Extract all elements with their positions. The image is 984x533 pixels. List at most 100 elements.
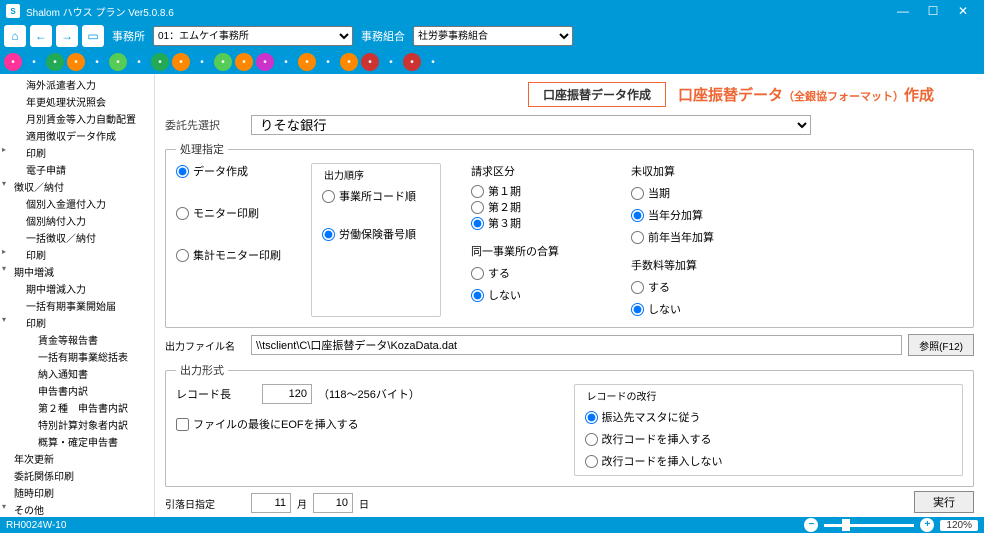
strip-icon-5[interactable]: • xyxy=(109,53,127,71)
tree-node-14[interactable]: 印刷 xyxy=(0,314,154,331)
strip-icon-20[interactable]: • xyxy=(424,53,442,71)
tree-node-2[interactable]: 月別賃金等入力自動配置 xyxy=(0,110,154,127)
tree-node-1[interactable]: 年更処理状況照会 xyxy=(0,93,154,110)
claim-opt-1[interactable]: 第２期 xyxy=(471,199,601,215)
nl-opt-0[interactable]: 振込先マスタに従う xyxy=(585,409,953,425)
tree-node-10[interactable]: 印刷 xyxy=(0,246,154,263)
tree-node-16[interactable]: 一括有期事業総括表 xyxy=(0,348,154,365)
misyu-opt-2[interactable]: 前年当年加算 xyxy=(631,229,714,245)
title-bar: S Shalom ハウス プラン Ver5.0.8.6 — ☐ ✕ xyxy=(0,0,984,22)
strip-icon-16[interactable]: • xyxy=(340,53,358,71)
tree-node-0[interactable]: 海外派遣者入力 xyxy=(0,76,154,93)
tree-node-9[interactable]: 一括徴収／納付 xyxy=(0,229,154,246)
misyu-opt-0[interactable]: 当期 xyxy=(631,185,714,201)
consignee-select[interactable]: りそな銀行 xyxy=(251,115,811,135)
order-opt-1[interactable]: 労働保険番号順 xyxy=(322,226,430,242)
tree-node-8[interactable]: 個別納付入力 xyxy=(0,212,154,229)
eof-checkbox[interactable]: ファイルの最後にEOFを挿入する xyxy=(176,416,544,432)
nav-tree[interactable]: 海外派遣者入力年更処理状況照会月別賃金等入力自動配置適用徴収データ作成印刷電子申… xyxy=(0,74,155,517)
strip-icon-0[interactable]: • xyxy=(4,53,22,71)
order-opt-0[interactable]: 事業所コード順 xyxy=(322,188,430,204)
tree-node-24[interactable]: 随時印刷 xyxy=(0,484,154,501)
strip-icon-3[interactable]: • xyxy=(67,53,85,71)
date-month-input[interactable] xyxy=(251,493,291,513)
claim-group: 請求区分 第１期 第２期 第３期 xyxy=(471,163,601,231)
office-select[interactable]: 01：エムケイ事務所 xyxy=(153,26,353,46)
reclen-input[interactable] xyxy=(262,384,312,404)
maximize-button[interactable]: ☐ xyxy=(918,4,948,18)
tree-node-7[interactable]: 個別入金還付入力 xyxy=(0,195,154,212)
tree-node-25[interactable]: その他 xyxy=(0,501,154,517)
same-opt-1[interactable]: しない xyxy=(471,287,601,303)
forward-icon[interactable]: → xyxy=(56,25,78,47)
content-pane: 口座振替データ作成 口座振替データ（全銀協フォーマット）作成 委託先選択 りそな… xyxy=(155,74,984,517)
browse-button[interactable]: 参照(F12) xyxy=(908,334,974,356)
strip-icon-12[interactable]: • xyxy=(256,53,274,71)
tree-node-21[interactable]: 概算・確定申告書 xyxy=(0,433,154,450)
top-toolbar: ⌂ ← → ▭ 事務所 01：エムケイ事務所 事務組合 社労夢事務組合 xyxy=(0,22,984,50)
nl-opt-2[interactable]: 改行コードを挿入しない xyxy=(585,453,953,469)
zoom-slider[interactable] xyxy=(824,524,914,527)
back-icon[interactable]: ← xyxy=(30,25,52,47)
strip-icon-10[interactable]: • xyxy=(214,53,232,71)
home-icon[interactable]: ⌂ xyxy=(4,25,26,47)
tree-node-12[interactable]: 期中増減入力 xyxy=(0,280,154,297)
tree-node-3[interactable]: 適用徴収データ作成 xyxy=(0,127,154,144)
strip-icon-13[interactable]: • xyxy=(277,53,295,71)
same-opt-0[interactable]: する xyxy=(471,265,601,281)
strip-icon-14[interactable]: • xyxy=(298,53,316,71)
tree-node-17[interactable]: 納入通知書 xyxy=(0,365,154,382)
strip-icon-17[interactable]: • xyxy=(361,53,379,71)
fee-opt-1[interactable]: しない xyxy=(631,301,714,317)
close-button[interactable]: ✕ xyxy=(948,4,978,18)
execute-button[interactable]: 実行 xyxy=(914,491,974,513)
strip-icon-19[interactable]: • xyxy=(403,53,421,71)
strip-icon-7[interactable]: • xyxy=(151,53,169,71)
tree-node-22[interactable]: 年次更新 xyxy=(0,450,154,467)
date-day-input[interactable] xyxy=(313,493,353,513)
union-select[interactable]: 社労夢事務組合 xyxy=(413,26,573,46)
strip-icon-9[interactable]: • xyxy=(193,53,211,71)
status-bar: RH0024W-10 − + 120% xyxy=(0,517,984,533)
office-label: 事務所 xyxy=(112,28,145,44)
tree-node-23[interactable]: 委託関係印刷 xyxy=(0,467,154,484)
process-legend: 処理指定 xyxy=(176,141,228,157)
date-label: 引落日指定 xyxy=(165,496,245,511)
tree-node-6[interactable]: 徴収／納付 xyxy=(0,178,154,195)
file-label: 出力ファイル名 xyxy=(165,338,245,353)
minimize-button[interactable]: — xyxy=(888,4,918,18)
strip-icon-11[interactable]: • xyxy=(235,53,253,71)
tree-node-18[interactable]: 申告書内訳 xyxy=(0,382,154,399)
order-group: 出力順序 事業所コード順 労働保険番号順 xyxy=(311,163,441,317)
strip-icon-2[interactable]: • xyxy=(46,53,64,71)
process-col: データ作成 モニター印刷 集計モニター印刷 xyxy=(176,163,281,317)
strip-icon-15[interactable]: • xyxy=(319,53,337,71)
tree-node-5[interactable]: 電子申請 xyxy=(0,161,154,178)
tree-node-13[interactable]: 一括有期事業開始届 xyxy=(0,297,154,314)
strip-icon-4[interactable]: • xyxy=(88,53,106,71)
nl-opt-1[interactable]: 改行コードを挿入する xyxy=(585,431,953,447)
page-title: 口座振替データ（全銀協フォーマット）作成 xyxy=(678,84,934,105)
strip-icon-8[interactable]: • xyxy=(172,53,190,71)
strip-icon-1[interactable]: • xyxy=(25,53,43,71)
file-input[interactable] xyxy=(251,335,902,355)
fee-opt-0[interactable]: する xyxy=(631,279,714,295)
tree-node-4[interactable]: 印刷 xyxy=(0,144,154,161)
zoom-in-button[interactable]: + xyxy=(920,518,934,532)
misyu-opt-1[interactable]: 当年分加算 xyxy=(631,207,714,223)
tree-node-20[interactable]: 特別計算対象者内訳 xyxy=(0,416,154,433)
zoom-out-button[interactable]: − xyxy=(804,518,818,532)
tree-node-19[interactable]: 第２種 申告書内訳 xyxy=(0,399,154,416)
strip-icon-6[interactable]: • xyxy=(130,53,148,71)
page-title-box: 口座振替データ作成 xyxy=(528,82,666,107)
proc-opt-0[interactable]: データ作成 xyxy=(176,163,281,179)
tree-node-11[interactable]: 期中増減 xyxy=(0,263,154,280)
proc-opt-2[interactable]: 集計モニター印刷 xyxy=(176,247,281,263)
strip-icon-18[interactable]: • xyxy=(382,53,400,71)
proc-opt-1[interactable]: モニター印刷 xyxy=(176,205,281,221)
window-icon[interactable]: ▭ xyxy=(82,25,104,47)
tree-node-15[interactable]: 賃金等報告書 xyxy=(0,331,154,348)
claim-opt-0[interactable]: 第１期 xyxy=(471,183,601,199)
claim-opt-2[interactable]: 第３期 xyxy=(471,215,601,231)
window-title: Shalom ハウス プラン Ver5.0.8.6 xyxy=(26,4,888,19)
